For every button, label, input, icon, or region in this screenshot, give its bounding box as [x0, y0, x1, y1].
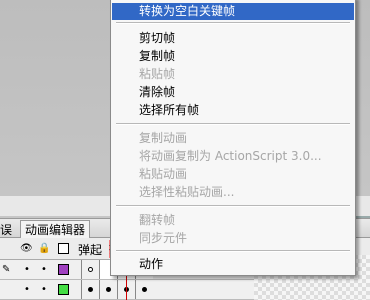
menu-item-reverse-frames[interactable]: 翻转帧	[112, 212, 354, 229]
lock-icon[interactable]: 🔒	[38, 243, 50, 255]
menu-item-select-all-frames[interactable]: 选择所有帧	[112, 102, 354, 119]
layer-name[interactable]: 弹起	[78, 241, 102, 258]
menu-separator	[116, 205, 350, 207]
lock-dot-icon[interactable]: •	[41, 264, 47, 276]
menu-item-copy-motion-as-actionscript[interactable]: 将动画复制为 ActionScript 3.0...	[112, 148, 354, 165]
layer-color-swatch[interactable]	[58, 264, 69, 275]
keyframe-icon	[88, 286, 93, 292]
menu-item-clear-frames[interactable]: 清除帧	[112, 84, 354, 101]
tab-motion-editor[interactable]: 动画编辑器	[20, 220, 91, 238]
eye-icon[interactable]: 👁	[20, 243, 33, 255]
menu-item-convert-to-blank-keyframe[interactable]: 转换为空白关键帧	[112, 3, 354, 20]
frame-cell[interactable]	[81, 280, 99, 299]
empty-keyframe-icon	[88, 266, 93, 272]
frame-cell[interactable]	[81, 260, 99, 279]
menu-item-paste-motion[interactable]: 粘贴动画	[112, 166, 354, 183]
menu-item-paste-motion-special[interactable]: 选择性粘贴动画...	[112, 184, 354, 201]
tab-output-errors[interactable]: 误	[0, 221, 12, 238]
menu-item-synchronize-symbols[interactable]: 同步元件	[112, 230, 354, 247]
menu-separator	[116, 22, 350, 24]
frame-cell[interactable]	[135, 280, 153, 299]
frame-cell[interactable]	[99, 280, 117, 299]
menu-separator	[116, 250, 350, 252]
menu-item-copy-frames[interactable]: 复制帧	[112, 48, 354, 65]
lock-dot-icon[interactable]: •	[41, 284, 47, 296]
keyframe-icon	[142, 286, 147, 292]
menu-item-actions[interactable]: 动作	[112, 256, 354, 273]
menu-item-cut-frames[interactable]: 剪切帧	[112, 30, 354, 47]
menu-item-paste-frames[interactable]: 粘贴帧	[112, 66, 354, 83]
outline-toggle-icon[interactable]	[58, 243, 69, 254]
menu-item-copy-motion[interactable]: 复制动画	[112, 130, 354, 147]
context-menu: 转换为空白关键帧 剪切帧 复制帧 粘贴帧 清除帧 选择所有帧 复制动画 将动画复…	[110, 0, 356, 276]
visibility-dot-icon[interactable]: •	[24, 264, 30, 276]
keyframe-icon	[106, 286, 111, 292]
visibility-dot-icon[interactable]: •	[24, 284, 30, 296]
menu-separator	[116, 123, 350, 125]
layer-color-swatch[interactable]	[58, 284, 69, 295]
pencil-icon: ✎	[2, 264, 11, 275]
